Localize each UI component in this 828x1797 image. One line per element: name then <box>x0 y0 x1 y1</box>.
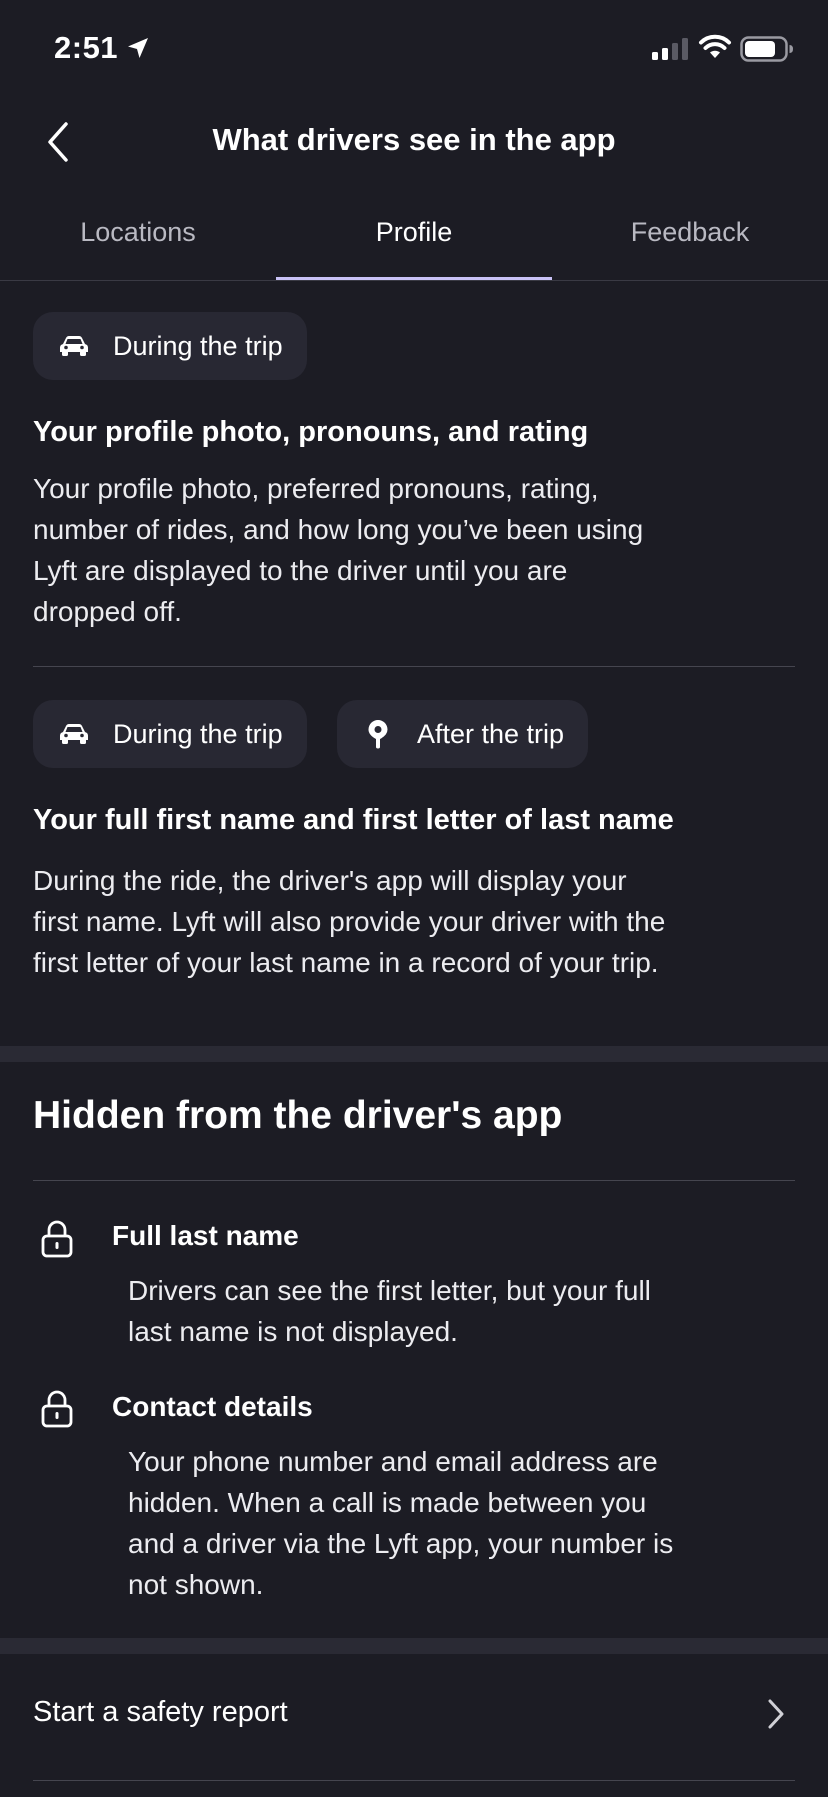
section-separator <box>0 1638 828 1654</box>
hidden-item-title: Full last name <box>112 1220 299 1251</box>
lock-icon <box>41 1390 73 1428</box>
chip-during-trip: During the trip <box>33 312 307 380</box>
chip-label: During the trip <box>113 330 283 361</box>
signal-icon <box>652 38 688 60</box>
section-separator <box>0 1046 828 1062</box>
tab-bar: Locations Profile Feedback <box>0 200 828 281</box>
section-description-full-name: During the ride, the driver's app will d… <box>33 865 666 978</box>
divider <box>33 666 795 667</box>
page-title: What drivers see in the app <box>212 122 616 157</box>
hidden-section-title: Hidden from the driver's app <box>33 1094 563 1137</box>
divider <box>33 1780 795 1781</box>
chip-label: During the trip <box>113 718 283 749</box>
status-bar: 2:51 <box>0 0 828 100</box>
section-title-full-name: Your full first name and first letter of… <box>33 804 674 836</box>
wifi-icon <box>699 34 731 58</box>
hidden-item-description: Your phone number and email address are … <box>128 1446 674 1600</box>
car-icon <box>59 719 89 749</box>
battery-icon <box>740 36 793 62</box>
status-time: 2:51 <box>54 30 119 65</box>
hidden-item-title: Contact details <box>112 1391 313 1422</box>
safety-report-label: Start a safety report <box>33 1696 288 1728</box>
section-description-profile-photo: Your profile photo, preferred pronouns, … <box>33 473 644 627</box>
tab-feedback[interactable]: Feedback <box>552 200 828 279</box>
location-arrow-icon <box>128 38 148 58</box>
divider <box>33 1180 795 1181</box>
chip-during-trip: During the trip <box>33 700 307 768</box>
map-pin-icon <box>363 719 393 749</box>
hidden-item-description: Drivers can see the first letter, but yo… <box>128 1275 651 1347</box>
section-title-profile-photo: Your profile photo, pronouns, and rating <box>33 416 589 448</box>
chevron-right-icon <box>768 1699 784 1729</box>
tab-profile[interactable]: Profile <box>276 200 552 280</box>
lock-icon <box>41 1220 73 1258</box>
chip-label: After the trip <box>417 718 565 749</box>
car-icon <box>59 331 89 361</box>
navigation-bar: What drivers see in the app <box>0 100 828 182</box>
tab-locations[interactable]: Locations <box>0 200 276 279</box>
chip-after-trip: After the trip <box>337 700 589 768</box>
start-safety-report-button[interactable]: Start a safety report <box>0 1654 828 1780</box>
